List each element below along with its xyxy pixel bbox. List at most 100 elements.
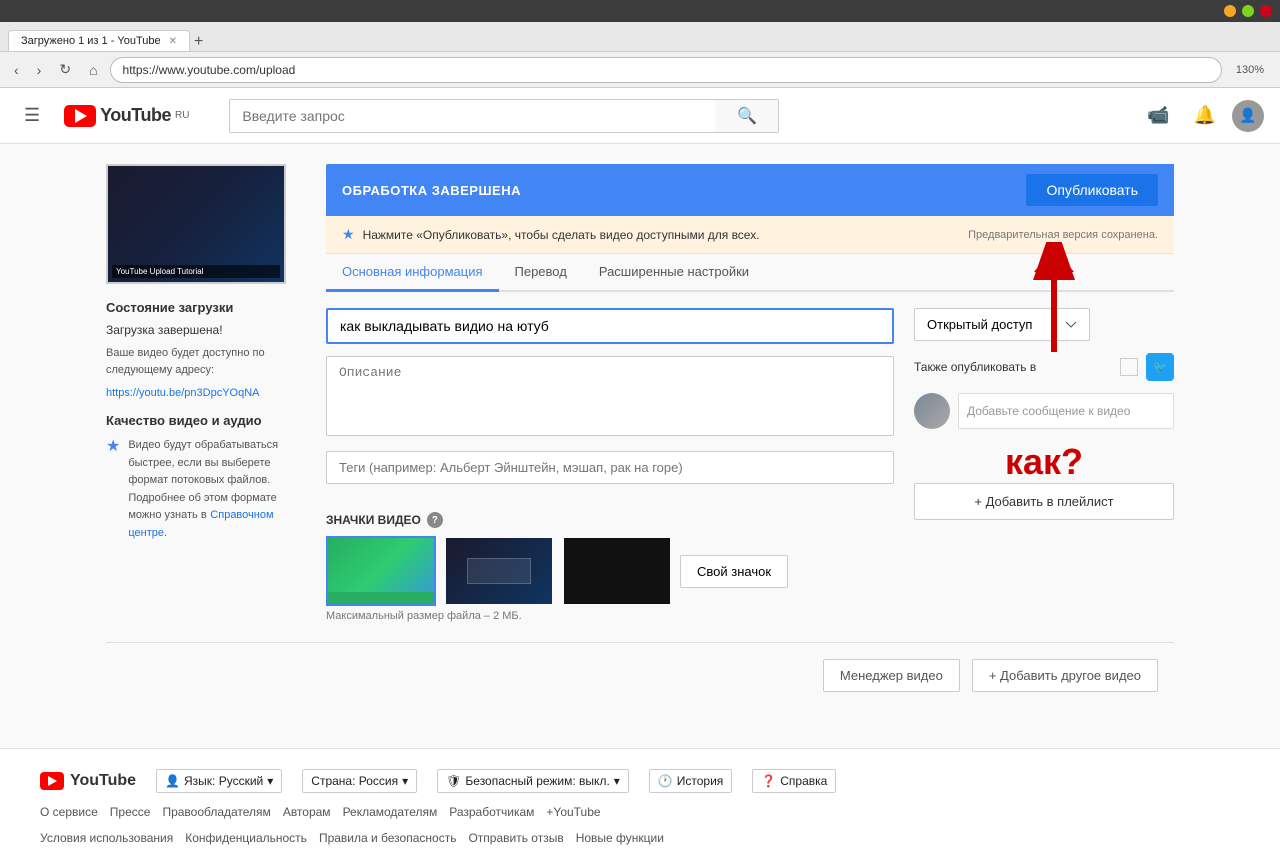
footer-link-developers[interactable]: Разработчикам <box>449 805 534 819</box>
tab-title: Загружено 1 из 1 - YouTube <box>21 35 161 47</box>
safe-mode-selector[interactable]: 🛡 Безопасный режим: выкл. ▾ <box>437 769 629 793</box>
tab-advanced[interactable]: Расширенные настройки <box>583 254 765 292</box>
footer-link-new-features[interactable]: Новые функции <box>576 831 664 845</box>
footer-link-copyright[interactable]: Правообладателям <box>162 805 270 819</box>
upload-icon-btn[interactable]: 📹 <box>1139 97 1177 134</box>
footer-link-privacy[interactable]: Конфиденциальность <box>185 831 307 845</box>
new-tab-button[interactable]: + <box>194 33 203 51</box>
search-button[interactable]: 🔍 <box>715 99 779 133</box>
notifications-icon-btn[interactable]: 🔔 <box>1186 97 1224 134</box>
browser-tab[interactable]: Загружено 1 из 1 - YouTube ✕ <box>8 30 190 51</box>
chevron-down-icon: ▾ <box>267 774 273 788</box>
processing-bar: ОБРАБОТКА ЗАВЕРШЕНА Опубликовать <box>326 164 1174 216</box>
question-icon: ❓ <box>761 774 776 788</box>
play-icon <box>75 109 87 123</box>
twitter-checkbox[interactable] <box>1120 358 1138 376</box>
help-icon[interactable]: ? <box>427 512 443 528</box>
form-left: ЗНАЧКИ ВИДЕО ? <box>326 308 894 622</box>
add-video-button[interactable]: + Добавить другое видео <box>972 659 1158 692</box>
description-textarea[interactable] <box>326 356 894 436</box>
footer-link-press[interactable]: Прессе <box>110 805 151 819</box>
footer-link-plus[interactable]: +YouTube <box>546 805 600 819</box>
language-label: Язык: Русский <box>184 774 263 788</box>
minimize-btn[interactable] <box>1224 5 1236 17</box>
notice-saved-text: Предварительная версия сохранена. <box>968 229 1158 241</box>
thumbnail-option-3[interactable] <box>562 536 672 606</box>
user-avatar[interactable]: 👤 <box>1232 100 1264 132</box>
notice-text: Нажмите «Опубликовать», чтобы сделать ви… <box>363 228 961 242</box>
zoom-level: 130% <box>1228 64 1272 76</box>
main-content: YouTube Upload Tutorial Состояние загруз… <box>90 164 1190 708</box>
quality-title: Качество видео и аудио <box>106 413 306 428</box>
chevron-down-icon-safe: ▾ <box>614 774 620 788</box>
safe-mode-label: Безопасный режим: выкл. <box>465 774 609 788</box>
close-btn[interactable] <box>1260 5 1272 17</box>
social-message-placeholder: Добавьте сообщение к видео <box>967 404 1130 418</box>
country-selector[interactable]: Страна: Россия ▾ <box>302 769 417 793</box>
notice-star-icon: ★ <box>342 226 355 243</box>
quality-info: ★ Видео будут обрабатываться быстрее, ес… <box>106 436 306 539</box>
footer-play-icon <box>48 776 57 786</box>
video-title-input[interactable] <box>326 308 894 344</box>
footer-link-authors[interactable]: Авторам <box>283 805 331 819</box>
footer-link-terms[interactable]: Условия использования <box>40 831 173 845</box>
back-button[interactable]: ‹ <box>8 58 25 82</box>
menu-icon[interactable]: ☰ <box>16 97 48 134</box>
header-right: 📹 🔔 👤 <box>1139 97 1264 134</box>
thumbnails-grid: Свой значок <box>326 536 894 606</box>
upload-link[interactable]: https://youtu.be/pn3DpcYOqNA <box>106 387 259 399</box>
search-input[interactable] <box>229 99 715 133</box>
bottom-bar: Менеджер видео + Добавить другое видео <box>106 642 1174 708</box>
browser-toolbar: ‹ › ↻ ⌂ https://www.youtube.com/upload 1… <box>0 52 1280 88</box>
forward-button[interactable]: › <box>31 58 48 82</box>
logo-suffix: RU <box>175 110 189 121</box>
youtube-header: ☰ YouTube RU 🔍 📹 🔔 👤 <box>0 88 1280 144</box>
thumbnail-image: YouTube Upload Tutorial <box>108 166 284 282</box>
refresh-button[interactable]: ↻ <box>53 57 77 82</box>
help-link[interactable]: ❓ Справка <box>752 769 836 793</box>
browser-tab-bar: Загружено 1 из 1 - YouTube ✕ + <box>0 22 1280 52</box>
custom-thumbnail-button[interactable]: Свой значок <box>680 555 788 588</box>
video-manager-button[interactable]: Менеджер видео <box>823 659 960 692</box>
clock-icon: 🕐 <box>658 774 673 788</box>
search-bar: 🔍 <box>229 99 779 133</box>
url-bar[interactable]: https://www.youtube.com/upload <box>110 57 1222 83</box>
add-to-playlist-button[interactable]: + Добавить в плейлист <box>914 483 1174 520</box>
upload-status-title: Состояние загрузки <box>106 300 306 315</box>
footer-links-primary: О сервисе Прессе Правообладателям Автора… <box>40 805 1240 819</box>
logo-text: YouTube <box>100 105 171 126</box>
big-red-text: как? <box>914 441 1174 483</box>
history-label: История <box>677 774 724 788</box>
footer-logo-text: YouTube <box>70 772 136 790</box>
footer-link-safety[interactable]: Правила и безопасность <box>319 831 457 845</box>
tab-close-icon[interactable]: ✕ <box>169 36 177 47</box>
youtube-logo-icon <box>64 105 96 127</box>
video-thumbnail: YouTube Upload Tutorial <box>106 164 286 284</box>
footer-link-about[interactable]: О сервисе <box>40 805 98 819</box>
home-button[interactable]: ⌂ <box>83 58 103 82</box>
thumbnail-option-1[interactable] <box>326 536 436 606</box>
thumbnail-option-2[interactable] <box>444 536 554 606</box>
footer-link-advertisers[interactable]: Рекламодателям <box>343 805 438 819</box>
url-text: https://www.youtube.com/upload <box>123 63 1209 77</box>
upload-desc-text: Ваше видео будет доступно по следующему … <box>106 345 306 378</box>
maximize-btn[interactable] <box>1242 5 1254 17</box>
video-preview-panel: YouTube Upload Tutorial Состояние загруз… <box>106 164 306 622</box>
history-link[interactable]: 🕐 История <box>649 769 733 793</box>
tab-translation[interactable]: Перевод <box>499 254 583 292</box>
footer-links-secondary: Условия использования Конфиденциальность… <box>40 831 1240 845</box>
thumbnails-label-text: ЗНАЧКИ ВИДЕО <box>326 513 421 527</box>
twitter-button[interactable]: 🐦 <box>1146 353 1174 381</box>
footer-link-feedback[interactable]: Отправить отзыв <box>468 831 563 845</box>
publish-button[interactable]: Опубликовать <box>1026 174 1158 206</box>
help-label: Справка <box>780 774 827 788</box>
language-selector[interactable]: 👤 Язык: Русский ▾ <box>156 769 282 793</box>
upload-status: Состояние загрузки Загрузка завершена! В… <box>106 300 306 399</box>
social-message-input[interactable]: Добавьте сообщение к видео <box>958 393 1174 429</box>
youtube-logo[interactable]: YouTube RU <box>64 105 189 127</box>
tab-basic-info[interactable]: Основная информация <box>326 254 499 292</box>
upload-container: YouTube Upload Tutorial Состояние загруз… <box>106 164 1174 622</box>
social-profile: Добавьте сообщение к видео <box>914 393 1174 429</box>
thumb-file-info: Максимальный размер файла – 2 МБ. <box>326 610 894 622</box>
tags-input[interactable] <box>326 451 894 484</box>
